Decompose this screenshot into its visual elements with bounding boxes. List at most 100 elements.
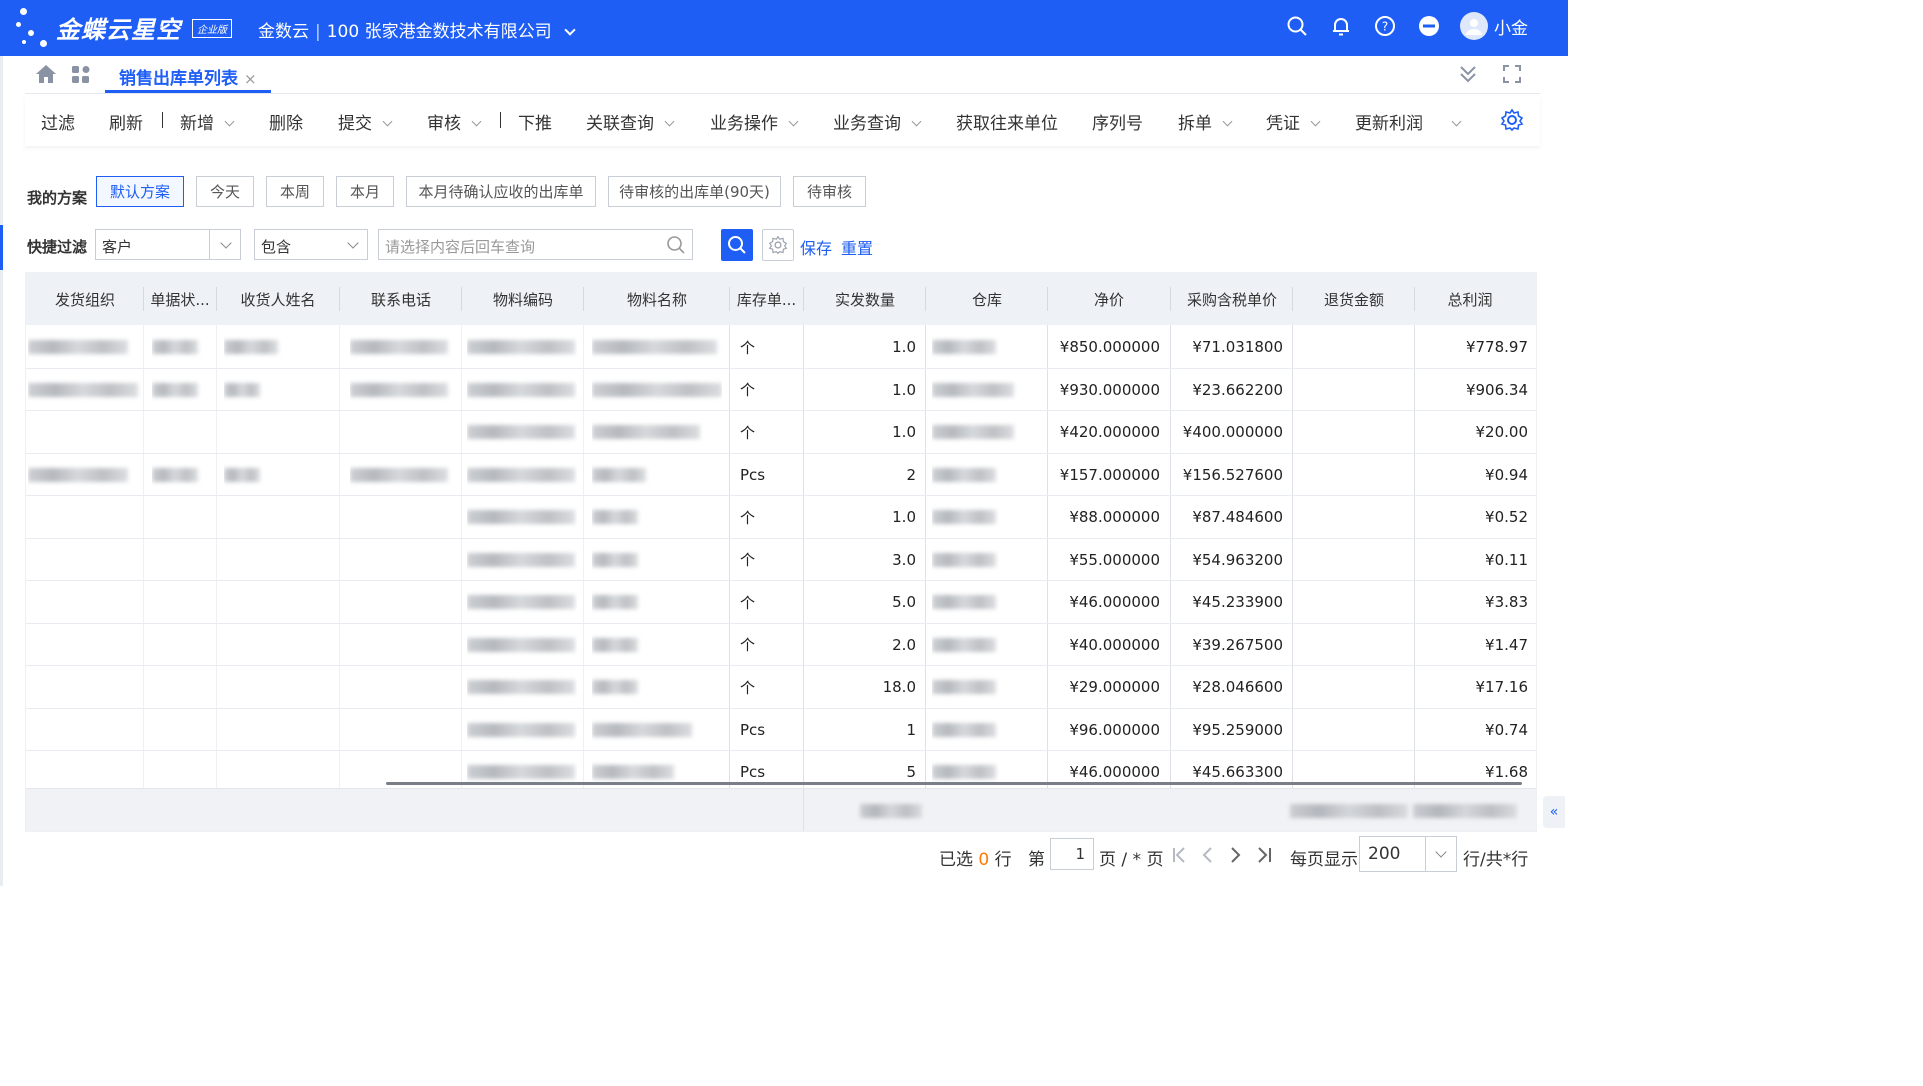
- filter-operator-select[interactable]: 包含: [254, 229, 368, 260]
- col-header-purchase-price[interactable]: 采购含税单价: [1171, 273, 1293, 325]
- col-header-material-code[interactable]: 物料编码: [462, 273, 584, 325]
- cell-total-profit: ¥0.52: [1485, 508, 1528, 526]
- cell-purchase-price: ¥54.963200: [1192, 550, 1283, 569]
- col-header-net-price[interactable]: 净价: [1048, 273, 1170, 325]
- col-header-doc-status[interactable]: 单据状...: [144, 273, 216, 325]
- per-page-value: 200: [1368, 844, 1401, 864]
- cell-stock-unit: 个: [740, 636, 756, 654]
- reset-filter-link[interactable]: 重置: [841, 235, 873, 259]
- table-row[interactable]: 个 2.0 ¥40.000000 ¥39.267500 ¥1.47: [26, 624, 1536, 666]
- filter-button[interactable]: 过滤: [41, 109, 75, 134]
- voucher-button[interactable]: 凭证: [1266, 109, 1321, 134]
- summary-qty: [860, 803, 922, 822]
- toolbar-divider: [500, 112, 501, 128]
- scheme-pending-audit[interactable]: 待审核: [793, 176, 866, 207]
- side-collapse-button[interactable]: «: [1543, 796, 1565, 828]
- cell-material-code: [467, 751, 577, 793]
- app-logo[interactable]: 金蝶云星空 企业版: [16, 8, 238, 48]
- cell-real-qty: 1: [906, 720, 916, 739]
- scheme-pending-audit-90[interactable]: 待审核的出库单(90天): [608, 176, 781, 207]
- company-switcher[interactable]: 金数云 | 100 张家港金数技术有限公司: [258, 17, 576, 42]
- business-operation-button[interactable]: 业务操作: [710, 109, 799, 134]
- serial-number-button[interactable]: 序列号: [1092, 109, 1143, 134]
- horizontal-scrollbar[interactable]: [386, 782, 1522, 785]
- split-order-button[interactable]: 拆单: [1178, 109, 1233, 134]
- table-row[interactable]: 个 3.0 ¥55.000000 ¥54.963200 ¥0.11: [26, 539, 1536, 581]
- collapse-down-icon[interactable]: [1458, 64, 1478, 88]
- tab-sales-outbound-list[interactable]: 销售出库单列表 ×: [105, 56, 271, 93]
- col-header-phone[interactable]: 联系电话: [340, 273, 462, 325]
- scheme-default[interactable]: 默认方案: [96, 176, 184, 207]
- table-row[interactable]: 个 1.0 ¥930.000000 ¥23.662200 ¥906.34: [26, 369, 1536, 411]
- update-profit-label: 更新利润: [1355, 114, 1423, 134]
- selected-number: 0: [978, 850, 990, 870]
- settings-gear-icon[interactable]: [1500, 108, 1524, 136]
- push-down-button[interactable]: 下推: [518, 109, 552, 134]
- cell-real-qty: 5: [906, 763, 916, 781]
- scheme-pending-receivable[interactable]: 本月待确认应收的出库单: [406, 176, 596, 207]
- search-icon[interactable]: [1284, 13, 1310, 39]
- page-number-input[interactable]: 1: [1050, 838, 1094, 870]
- home-icon[interactable]: [35, 64, 57, 88]
- scheme-this-week[interactable]: 本周: [266, 176, 324, 207]
- filter-field-value: 客户: [102, 238, 133, 256]
- col-header-stock-unit[interactable]: 库存单...: [730, 273, 803, 325]
- delete-button[interactable]: 删除: [269, 109, 303, 134]
- search-icon: [728, 236, 746, 254]
- cell-net-price: ¥46.000000: [1069, 763, 1160, 781]
- scheme-this-month[interactable]: 本月: [336, 176, 394, 207]
- new-button[interactable]: 新增: [180, 109, 235, 134]
- fullscreen-icon[interactable]: [1502, 64, 1522, 88]
- chevron-down-icon: [1435, 846, 1447, 858]
- audit-button[interactable]: 审核: [427, 109, 482, 134]
- apps-icon[interactable]: [71, 65, 91, 89]
- refresh-button[interactable]: 刷新: [109, 109, 143, 134]
- table-row[interactable]: 个 18.0 ¥29.000000 ¥28.046600 ¥17.16: [26, 666, 1536, 709]
- col-header-real-qty[interactable]: 实发数量: [804, 273, 926, 325]
- scheme-today[interactable]: 今天: [196, 176, 254, 207]
- filter-search-input[interactable]: 请选择内容后回车查询: [378, 229, 693, 260]
- minus-circle-icon[interactable]: [1416, 13, 1442, 39]
- update-profit-button[interactable]: 更新利润: [1355, 109, 1462, 134]
- cell-total-profit: ¥1.47: [1485, 635, 1528, 654]
- cell-total-profit: ¥17.16: [1475, 678, 1529, 696]
- cell-total-profit: ¥3.83: [1485, 593, 1528, 611]
- cell-stock-unit: 个: [740, 381, 756, 399]
- cell-real-qty: 2.0: [892, 635, 916, 654]
- table-row[interactable]: Pcs 1 ¥96.000000 ¥95.259000 ¥0.74: [26, 709, 1536, 751]
- col-header-return-amount[interactable]: 退货金额: [1293, 273, 1415, 325]
- save-filter-link[interactable]: 保存: [800, 235, 832, 259]
- col-header-receiver-name[interactable]: 收货人姓名: [217, 273, 339, 325]
- get-partner-button[interactable]: 获取往来单位: [956, 109, 1058, 134]
- filter-settings-button[interactable]: [762, 229, 794, 261]
- business-query-button[interactable]: 业务查询: [833, 109, 922, 134]
- user-menu[interactable]: 小金: [1460, 12, 1528, 40]
- selected-prefix: 已选: [939, 850, 973, 870]
- col-header-warehouse[interactable]: 仓库: [926, 273, 1048, 325]
- cell-warehouse: [932, 539, 1042, 581]
- help-icon[interactable]: ?: [1372, 13, 1398, 39]
- cell-total-profit: ¥1.68: [1485, 763, 1528, 781]
- col-header-total-profit[interactable]: 总利润: [1415, 273, 1525, 325]
- bell-icon[interactable]: [1328, 13, 1354, 39]
- col-header-shipping-org[interactable]: 发货组织: [26, 273, 144, 325]
- tab-close-icon[interactable]: ×: [244, 70, 257, 88]
- submit-button[interactable]: 提交: [338, 109, 393, 134]
- related-query-button[interactable]: 关联查询: [586, 109, 675, 134]
- per-page-select[interactable]: 200: [1359, 836, 1457, 872]
- table-row[interactable]: 个 1.0 ¥88.000000 ¥87.484600 ¥0.52: [26, 496, 1536, 539]
- table-row[interactable]: 个 5.0 ¥46.000000 ¥45.233900 ¥3.83: [26, 581, 1536, 624]
- last-page-icon[interactable]: [1256, 846, 1272, 869]
- business-operation-label: 业务操作: [710, 114, 778, 134]
- next-page-icon[interactable]: [1229, 846, 1243, 869]
- table-row[interactable]: 个 1.0 ¥850.000000 ¥71.031800 ¥778.97: [26, 326, 1536, 369]
- prev-page-icon[interactable]: [1200, 846, 1214, 869]
- table-row[interactable]: 个 1.0 ¥420.000000 ¥400.000000 ¥20.00: [26, 411, 1536, 454]
- cell-stock-unit: 个: [740, 338, 756, 357]
- table-row[interactable]: Pcs 2 ¥157.000000 ¥156.527600 ¥0.94: [26, 454, 1536, 496]
- first-page-icon[interactable]: [1172, 846, 1188, 869]
- filter-field-select[interactable]: 客户: [95, 229, 241, 260]
- search-button[interactable]: [721, 229, 753, 261]
- cell-material-name: [592, 581, 722, 623]
- col-header-material-name[interactable]: 物料名称: [584, 273, 730, 325]
